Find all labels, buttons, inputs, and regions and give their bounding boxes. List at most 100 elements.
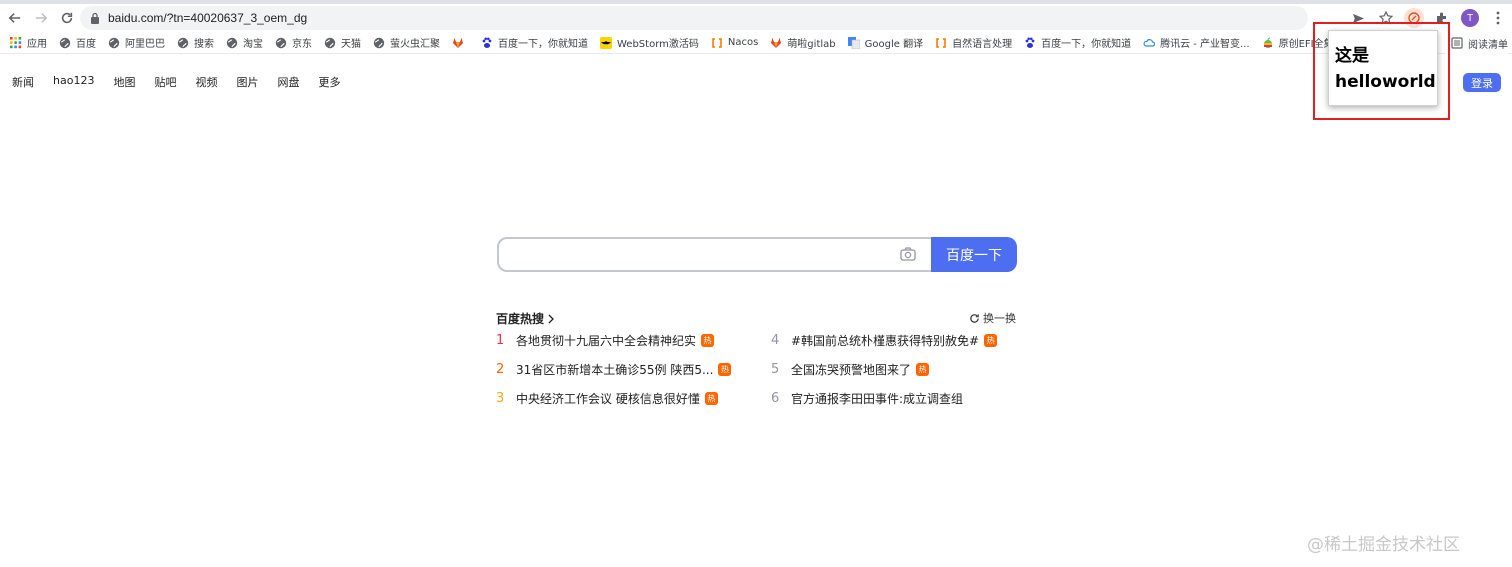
- bookmark-item[interactable]: [446, 33, 475, 53]
- bookmark-label: 百度一下，你就知道: [498, 39, 588, 50]
- hot-text: 全国冻哭预警地图来了: [791, 363, 912, 377]
- bookmark-item[interactable]: 腾讯云 - 产业智变...: [1137, 33, 1256, 53]
- gitlab-icon: [452, 37, 464, 49]
- baidu-paw-icon: [1024, 37, 1036, 49]
- hot-badge: 热: [718, 363, 732, 376]
- reload-button[interactable]: [56, 7, 78, 29]
- avatar: T: [1461, 9, 1479, 27]
- hot-search-item[interactable]: 3 中央经济工作会议 硬核信息很好懂热: [496, 390, 718, 407]
- bookmark-label: 萤火虫汇聚: [390, 39, 440, 50]
- refresh-icon: [970, 313, 979, 323]
- hot-text: #韩国前总统朴槿惠获得特别赦免#: [791, 334, 980, 348]
- reload-icon: [61, 12, 73, 24]
- profile-button[interactable]: T: [1458, 6, 1482, 30]
- bookmark-item[interactable]: Nacos: [705, 33, 764, 53]
- bookmark-item[interactable]: 百度一下，你就知道: [1018, 33, 1137, 53]
- bookmark-label: 天猫: [341, 39, 361, 50]
- hot-text: 官方通报李田田事件:成立调查组: [791, 392, 964, 406]
- nav-link[interactable]: 新闻: [12, 74, 34, 90]
- popup-line-2: helloworld: [1335, 72, 1436, 92]
- bracket-icon: [711, 37, 723, 49]
- extension-popup: 这是 helloworld: [1328, 30, 1438, 106]
- hot-rank: 3: [496, 391, 505, 406]
- forward-arrow-icon: [35, 13, 48, 23]
- bookmark-item[interactable]: 应用: [4, 33, 53, 53]
- nav-link[interactable]: 网盘: [277, 74, 299, 90]
- bookmark-label: 应用: [27, 39, 47, 50]
- bookmark-item[interactable]: Google 翻译: [842, 33, 929, 53]
- nav-link[interactable]: hao123: [53, 74, 94, 90]
- bookmark-item[interactable]: 阿里巴巴: [102, 33, 171, 53]
- bookmark-item[interactable]: WebStorm激活码: [594, 33, 705, 53]
- batman-icon: [600, 36, 612, 49]
- gitlab-icon: [770, 37, 782, 49]
- bookmark-label: 腾讯云 - 产业智变...: [1160, 39, 1250, 50]
- bookmark-label: 自然语言处理: [952, 39, 1013, 50]
- nav-link[interactable]: 视频: [195, 74, 217, 90]
- hot-search-item[interactable]: 1 各地贯彻十九届六中全会精神纪实热: [496, 332, 715, 349]
- bookmark-label: 淘宝: [243, 39, 263, 50]
- back-arrow-icon: [8, 13, 21, 23]
- search-button[interactable]: 百度一下: [931, 237, 1017, 272]
- bookmark-label: Google 翻译: [864, 39, 924, 50]
- reading-list-label: 阅读清单: [1468, 39, 1508, 51]
- nav-link[interactable]: 地图: [113, 74, 135, 90]
- hot-search-item[interactable]: 4 #韩国前总统朴槿惠获得特别赦免# 热: [771, 332, 998, 349]
- bookmark-label: 搜索: [194, 39, 214, 50]
- hot-rank: 2: [496, 362, 505, 377]
- nav-link[interactable]: 更多: [318, 74, 340, 90]
- hot-search-title[interactable]: 百度热搜: [496, 310, 555, 327]
- hot-badge: 热: [916, 363, 930, 376]
- hot-text: 中央经济工作会议 硬核信息很好懂: [516, 392, 700, 406]
- browser-toolbar: baidu.com/?tn=40020637_3_oem_dg T: [0, 4, 1512, 32]
- address-bar[interactable]: baidu.com/?tn=40020637_3_oem_dg: [80, 6, 1308, 30]
- bookmark-item[interactable]: 百度: [53, 33, 102, 53]
- globe-icon: [59, 37, 71, 49]
- url-text: baidu.com/?tn=40020637_3_oem_dg: [108, 11, 308, 25]
- back-button[interactable]: [4, 7, 26, 29]
- globe-icon: [324, 37, 336, 49]
- cloud-icon: [1143, 37, 1156, 49]
- nav-link[interactable]: 图片: [236, 74, 258, 90]
- reading-list-button[interactable]: 阅读清单: [1445, 32, 1508, 54]
- bookmark-item[interactable]: 京东: [269, 33, 318, 53]
- globe-icon: [226, 37, 238, 49]
- hot-text: 各地贯彻十九届六中全会精神纪实: [516, 334, 697, 348]
- hot-badge: 热: [984, 334, 998, 347]
- bookmark-label: 京东: [292, 39, 312, 50]
- baidu-top-nav: 新闻 hao123 地图 贴吧 视频 图片 网盘 更多: [12, 74, 359, 90]
- hot-rank: 5: [771, 362, 780, 377]
- camera-icon[interactable]: [900, 247, 916, 261]
- refresh-label: 换一换: [983, 312, 1016, 325]
- nav-link[interactable]: 贴吧: [154, 74, 176, 90]
- hot-badge: 热: [701, 334, 715, 347]
- watermark: @稀土掘金技术社区: [1307, 535, 1460, 555]
- search-input[interactable]: [499, 239, 889, 270]
- forward-button[interactable]: [30, 7, 52, 29]
- reading-list-icon: [1451, 37, 1463, 49]
- bookmark-item[interactable]: 天猫: [318, 33, 367, 53]
- hot-search-title-text: 百度热搜: [496, 312, 545, 326]
- kebab-menu-icon: [1496, 11, 1500, 25]
- menu-button[interactable]: [1486, 6, 1510, 30]
- globe-icon: [108, 37, 120, 49]
- bookmark-item[interactable]: 淘宝: [220, 33, 269, 53]
- hot-search-item[interactable]: 5 全国冻哭预警地图来了热: [771, 361, 930, 378]
- bookmark-label: 萌啦gitlab: [787, 39, 836, 50]
- bookmark-item[interactable]: 搜索: [171, 33, 220, 53]
- bracket-icon: [935, 37, 947, 49]
- bookmark-item[interactable]: 萌啦gitlab: [764, 33, 841, 53]
- popup-line-1: 这是: [1335, 46, 1369, 66]
- login-button[interactable]: 登录: [1463, 73, 1501, 92]
- bookmark-label: Nacos: [727, 37, 759, 48]
- bookmark-item[interactable]: 百度一下，你就知道: [475, 33, 594, 53]
- globe-icon: [373, 37, 385, 49]
- bookmark-item[interactable]: 自然语言处理: [929, 33, 1018, 53]
- bookmark-item[interactable]: 萤火虫汇聚: [367, 33, 446, 53]
- translate-icon: [847, 36, 860, 49]
- globe-icon: [177, 37, 189, 49]
- hot-search-item[interactable]: 2 31省区市新增本土确诊55例 陕西5... 热: [496, 361, 732, 378]
- hot-search-item[interactable]: 6 官方通报李田田事件:成立调查组: [771, 390, 963, 407]
- refresh-button[interactable]: 换一换: [969, 310, 1016, 326]
- hot-text: 31省区市新增本土确诊55例 陕西5...: [516, 363, 714, 377]
